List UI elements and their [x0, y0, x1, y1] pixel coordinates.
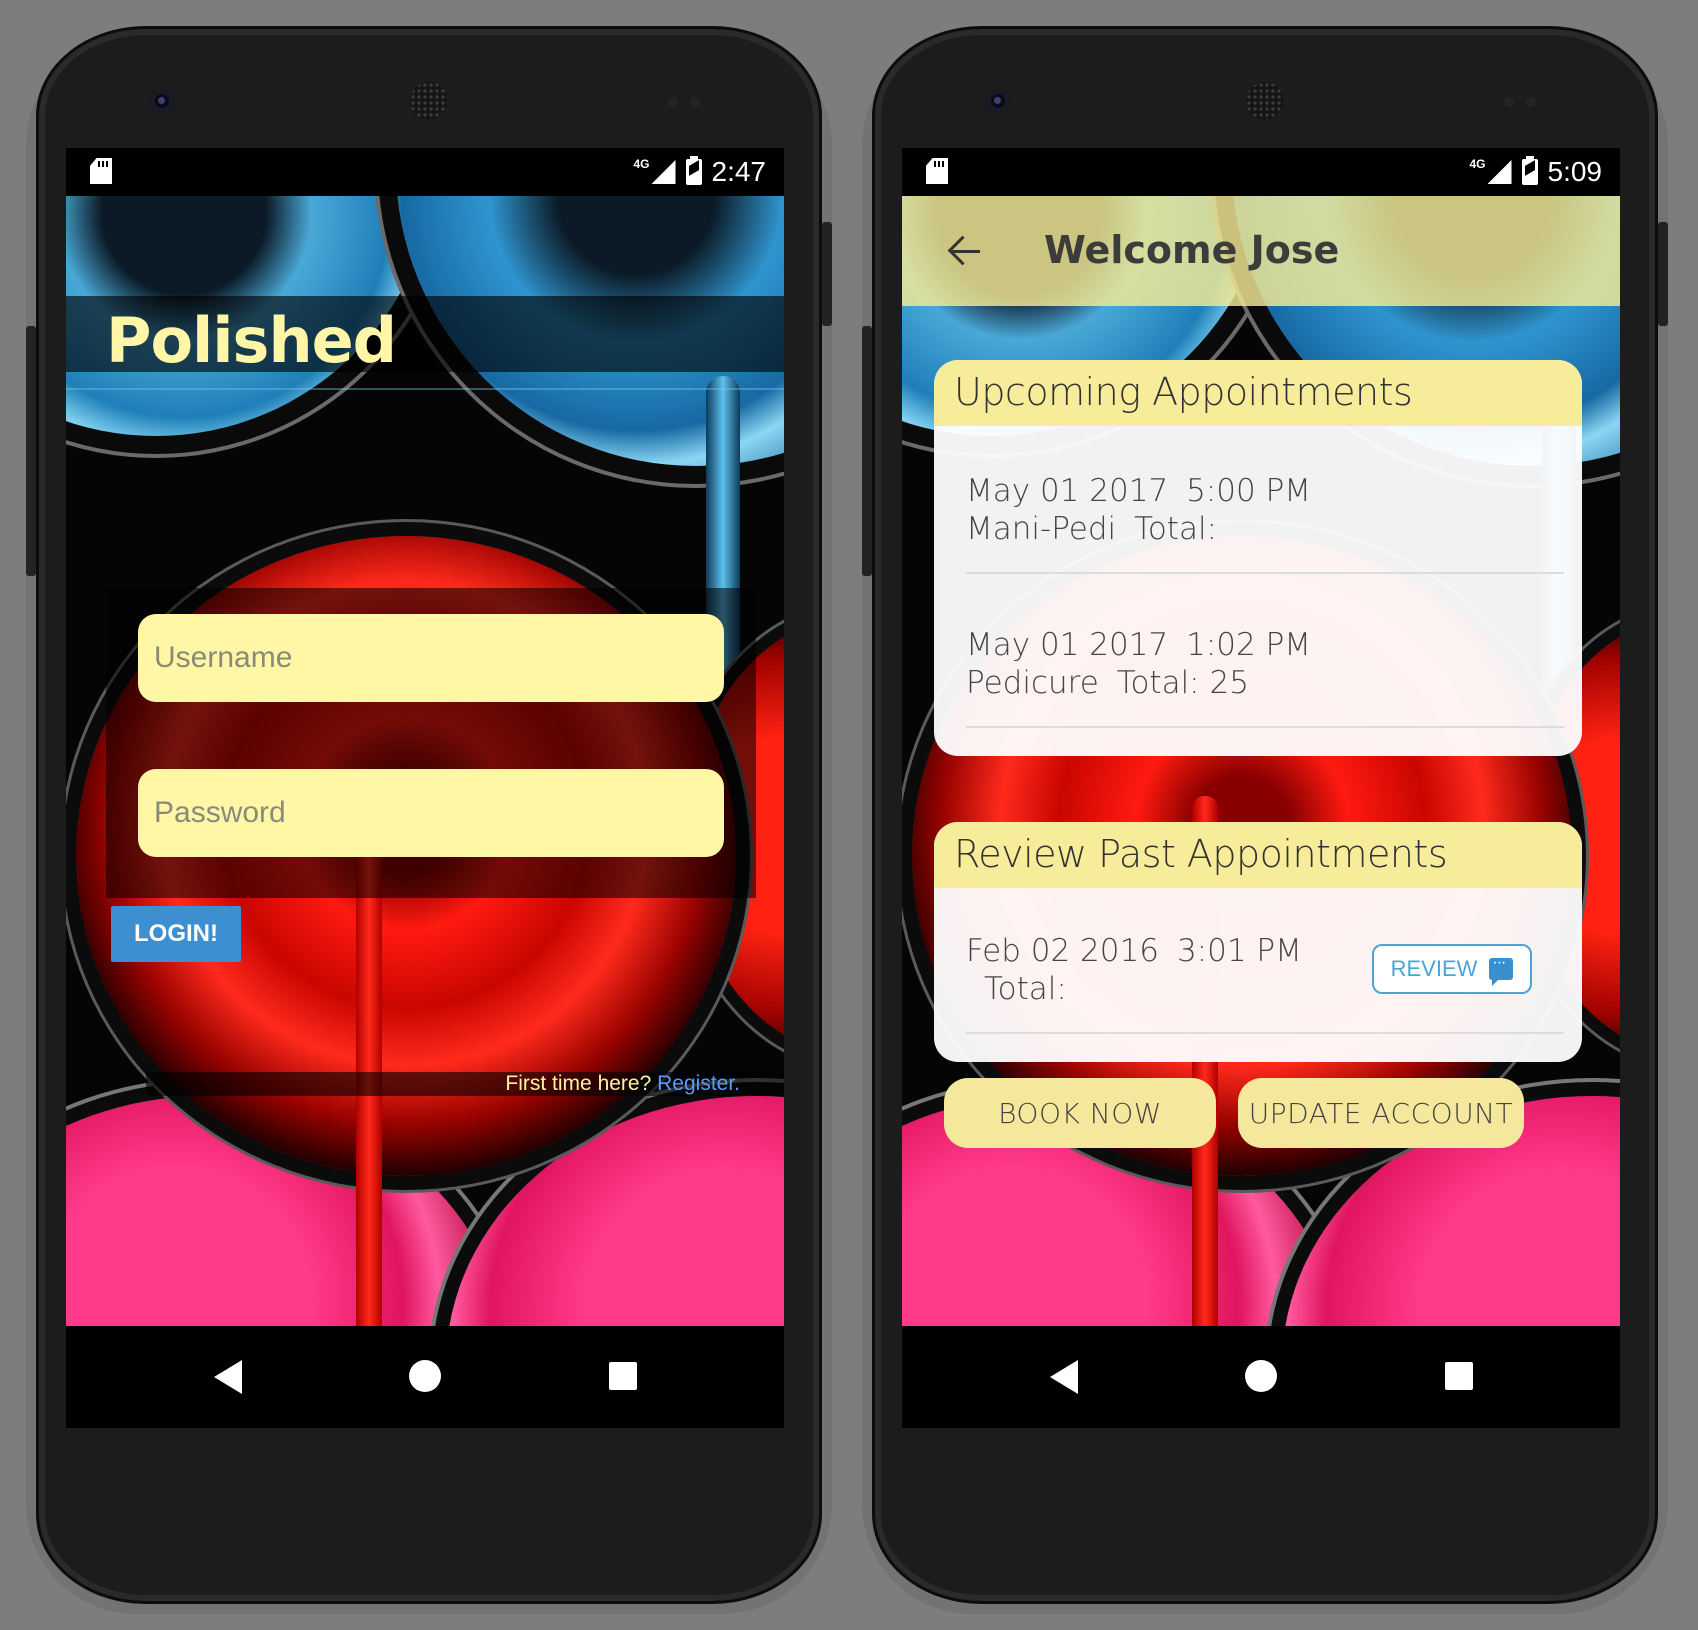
- divider: [966, 572, 1564, 574]
- chat-icon: [1489, 954, 1514, 986]
- appointment-time: 1:02 PM: [1186, 627, 1312, 663]
- nav-back-icon[interactable]: [214, 1360, 242, 1394]
- signal-icon: [1487, 160, 1512, 184]
- front-camera: [151, 90, 173, 112]
- appointment-date: May 01 2017: [966, 473, 1169, 509]
- clock: 2:47: [711, 156, 767, 187]
- appointment-date: May 01 2017: [966, 627, 1169, 663]
- screen: 4G 2:47 Polished LOGIN! First time h: [66, 148, 784, 1428]
- sensors: [1504, 94, 1554, 107]
- volume-button: [822, 222, 832, 326]
- navigation-bar: [902, 1326, 1620, 1428]
- list-item: Feb 02 2016 3:01 PM Total:: [934, 932, 1302, 1008]
- register-link[interactable]: Register.: [657, 1072, 740, 1095]
- update-account-button[interactable]: UPDATE ACCOUNT: [1238, 1078, 1524, 1148]
- toolbar: Welcome Jose: [902, 196, 1620, 306]
- list-item[interactable]: May 01 2017 5:00 PM Mani-Pedi Total:: [934, 472, 1311, 548]
- volume-button: [1658, 222, 1668, 326]
- divider: [966, 1032, 1564, 1034]
- phone-login: 4G 2:47 Polished LOGIN! First time h: [26, 26, 832, 1614]
- toolbar-title: Welcome Jose: [1044, 228, 1340, 272]
- appointment-service: Pedicure: [966, 665, 1099, 701]
- appointment-total: Total:: [1134, 511, 1217, 547]
- app-title-bar: Polished: [66, 296, 784, 377]
- sd-card-icon: [90, 158, 112, 184]
- power-button: [26, 326, 36, 576]
- back-arrow-icon[interactable]: [948, 236, 982, 266]
- book-now-button[interactable]: BOOK NOW: [944, 1078, 1216, 1148]
- sd-card-icon: [926, 158, 948, 184]
- earpiece-speaker: [1246, 82, 1284, 120]
- appointment-total: Total:: [984, 971, 1067, 1007]
- nav-home-icon[interactable]: [409, 1360, 441, 1392]
- appointment-total: Total: 25: [1116, 665, 1249, 701]
- username-input[interactable]: [138, 614, 724, 702]
- nav-recent-icon[interactable]: [609, 1362, 637, 1390]
- screen: 4G 5:09 Welcome Jose Upcoming Appointmen…: [902, 148, 1620, 1428]
- upcoming-appointments-card: Upcoming Appointments May 01 2017 5:00 PM…: [934, 360, 1582, 756]
- phone-dashboard: 4G 5:09 Welcome Jose Upcoming Appointmen…: [862, 26, 1668, 1614]
- status-bar: 4G 5:09: [902, 148, 1620, 196]
- login-button[interactable]: LOGIN!: [111, 906, 241, 962]
- password-input[interactable]: [138, 769, 724, 857]
- card-header: Upcoming Appointments: [934, 360, 1582, 426]
- battery-icon: [685, 156, 702, 185]
- battery-icon: [1521, 156, 1538, 185]
- divider: [66, 388, 784, 390]
- card-header: Review Past Appointments: [934, 822, 1582, 888]
- nav-back-icon[interactable]: [1050, 1360, 1078, 1394]
- app-title: Polished: [106, 304, 397, 377]
- appointment-date: Feb 02 2016: [966, 933, 1159, 969]
- power-button: [862, 326, 872, 576]
- earpiece-speaker: [410, 82, 448, 120]
- network-type: 4G: [633, 157, 650, 171]
- front-camera: [987, 90, 1009, 112]
- network-type: 4G: [1469, 157, 1486, 171]
- navigation-bar: [66, 1326, 784, 1428]
- past-appointments-card: Review Past Appointments Feb 02 2016 3:01…: [934, 822, 1582, 1062]
- nav-recent-icon[interactable]: [1445, 1362, 1473, 1390]
- register-prompt-text: First time here?: [505, 1072, 652, 1095]
- status-bar: 4G 2:47: [66, 148, 784, 196]
- sensors: [668, 94, 718, 107]
- appointment-service: Mani-Pedi: [966, 511, 1117, 547]
- register-prompt: First time here? Register.: [505, 1072, 740, 1096]
- appointment-time: 3:01 PM: [1176, 933, 1302, 969]
- divider: [966, 726, 1564, 728]
- review-button[interactable]: REVIEW: [1372, 944, 1532, 994]
- nav-home-icon[interactable]: [1245, 1360, 1277, 1392]
- review-label: REVIEW: [1390, 956, 1478, 981]
- appointment-time: 5:00 PM: [1186, 473, 1312, 509]
- list-item[interactable]: May 01 2017 1:02 PM Pedicure Total: 25: [934, 626, 1311, 702]
- signal-icon: [651, 160, 676, 184]
- clock: 5:09: [1547, 156, 1603, 187]
